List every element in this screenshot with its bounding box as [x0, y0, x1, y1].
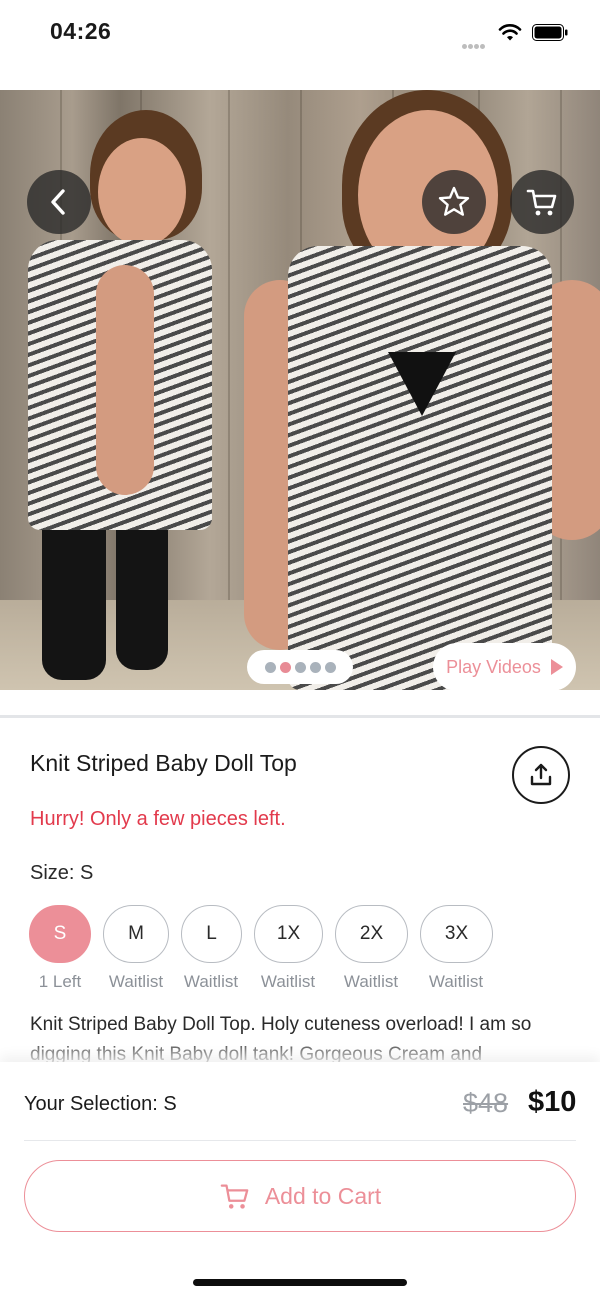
sale-price: $10	[528, 1086, 577, 1118]
status-time: 04:26	[50, 18, 112, 44]
star-icon	[438, 186, 470, 216]
image-pager[interactable]	[247, 650, 353, 684]
product-image[interactable]	[0, 90, 600, 690]
status-bar: 04:26	[0, 0, 600, 66]
size-label: Size: S	[30, 862, 94, 884]
pager-dot[interactable]	[294, 661, 306, 673]
play-icon	[550, 659, 563, 675]
pager-dot[interactable]	[309, 661, 321, 673]
size-option-m[interactable]: M	[103, 905, 169, 963]
chevron-left-icon	[51, 189, 65, 215]
pager-dot-active[interactable]	[279, 661, 291, 673]
share-icon	[530, 763, 552, 786]
size-status-m: Waitlist	[108, 972, 164, 991]
size-status-1x: Waitlist	[260, 972, 316, 991]
cart-icon	[526, 189, 557, 216]
signal-icon	[462, 36, 486, 54]
size-status-2x: Waitlist	[343, 972, 399, 991]
back-button[interactable]	[27, 170, 91, 234]
pager-dot[interactable]	[264, 661, 276, 673]
battery-icon	[532, 24, 568, 41]
play-videos-button[interactable]: Play Videos	[433, 643, 576, 691]
cart-button[interactable]	[510, 170, 574, 234]
size-status-s: 1 Left	[38, 972, 82, 991]
selection-summary: Your Selection: S	[24, 1093, 177, 1115]
size-option-1x[interactable]: 1X	[254, 905, 323, 963]
original-price: $48	[463, 1088, 509, 1118]
size-option-3x[interactable]: 3X	[420, 905, 493, 963]
share-button[interactable]	[512, 746, 570, 804]
wifi-icon	[498, 24, 522, 41]
size-option-s[interactable]: S	[29, 905, 91, 963]
divider	[0, 715, 600, 718]
add-to-cart-button[interactable]: Add to Cart	[24, 1160, 576, 1232]
size-option-l[interactable]: L	[181, 905, 242, 963]
stock-warning: Hurry! Only a few pieces left.	[30, 808, 286, 830]
size-option-2x[interactable]: 2X	[335, 905, 408, 963]
play-videos-label: Play Videos	[446, 656, 541, 677]
size-status-3x: Waitlist	[428, 972, 484, 991]
cart-icon	[220, 1184, 249, 1209]
product-title: Knit Striped Baby Doll Top	[30, 750, 297, 776]
home-indicator[interactable]	[193, 1279, 407, 1286]
pager-dot[interactable]	[324, 661, 336, 673]
divider	[24, 1140, 576, 1141]
favorite-button[interactable]	[422, 170, 486, 234]
description-fade	[0, 1038, 600, 1064]
add-to-cart-label: Add to Cart	[264, 1182, 382, 1209]
size-status-l: Waitlist	[183, 972, 239, 991]
